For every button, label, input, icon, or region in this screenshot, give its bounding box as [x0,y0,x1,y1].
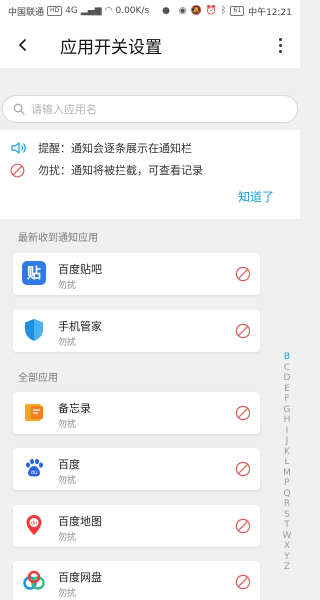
index-letter-x[interactable]: X [284,541,290,552]
app-status: 勿扰 [58,281,77,291]
app-name: 手机管家 [58,320,102,333]
app-status: 勿扰 [58,533,77,543]
index-letter-f[interactable]: F [284,394,289,405]
block-toggle-icon[interactable] [235,461,251,477]
index-letter-s[interactable]: S [284,510,290,521]
more-vertical-icon [278,37,282,53]
memo-icon [22,400,46,424]
all-apps-section-header: 全部应用 [18,373,58,384]
block-icon [10,162,30,178]
index-letter-q[interactable]: Q [283,489,290,500]
app-row-phone-manager[interactable]: 手机管家 勿扰 [13,310,260,352]
status-bar: 中国联通 HD 4G ▂▄▆ ◠ 0.00K/s ● ◉ 🔕 ⏰ ᛒ 61 中午… [0,0,300,22]
app-status: 勿扰 [58,589,77,599]
index-letter-m[interactable]: M [283,468,291,479]
more-options-button[interactable] [260,22,300,68]
hd-badge: HD [47,6,63,16]
app-row-baidu[interactable]: du 百度 勿扰 [13,448,260,490]
index-letter-j[interactable]: J [286,436,289,447]
index-letter-b[interactable]: B [284,352,290,363]
block-toggle-icon[interactable] [235,323,251,339]
index-letter-c[interactable]: C [284,363,290,374]
svg-text:du: du [31,521,37,527]
page-title: 应用开关设置 [60,37,162,58]
block-toggle-icon[interactable] [235,574,251,590]
eye-icon: ◉ [178,6,187,16]
back-button[interactable] [0,22,46,68]
alarm-icon: ⏰ [205,6,218,16]
mute-icon: 🔕 [190,6,202,16]
block-toggle-icon[interactable] [235,518,251,534]
remind-tip: 提醒：通知会逐条展示在通知栏 [10,140,192,156]
wifi-icon: ◠ [104,6,113,16]
index-letter-t[interactable]: T [284,520,290,531]
app-status: 勿扰 [58,420,77,430]
message-icon: ● [162,6,171,16]
baidu-netdisk-icon [22,569,46,593]
app-row-memo[interactable]: 备忘录 勿扰 [13,392,260,434]
index-letter-h[interactable]: H [284,415,291,426]
net-type-label: 4G [65,6,78,16]
baidu-icon: du [22,456,46,480]
speaker-icon [10,140,30,156]
bluetooth-icon: ᛒ [221,6,227,16]
svg-text:du: du [31,470,37,476]
index-letter-p[interactable]: P [284,478,289,489]
search-icon [13,103,25,115]
index-letter-l[interactable]: L [284,457,289,468]
app-name: 百度 [58,458,80,471]
index-letter-d[interactable]: D [284,373,291,384]
app-name: 备忘录 [58,402,91,415]
block-toggle-icon[interactable] [235,266,251,282]
app-status: 勿扰 [58,476,77,486]
baidu-tieba-icon: 贴 [22,261,46,285]
index-letter-z[interactable]: Z [284,562,290,573]
search-bar[interactable] [2,95,298,123]
index-letter-r[interactable]: R [284,499,290,510]
index-letter-e[interactable]: E [284,384,290,395]
search-input[interactable] [31,102,297,116]
app-row-baidu-netdisk[interactable]: 百度网盘 勿扰 [13,561,260,600]
index-letter-k[interactable]: K [284,447,290,458]
app-row-baidu-map[interactable]: du 百度地图 勿扰 [13,505,260,547]
signal-icon: ▂▄▆ [80,6,102,16]
clock: 中午12:21 [248,7,292,18]
disturb-tip-text: 勿扰：通知将被拦截，可查看记录 [38,164,203,177]
tip-card: 提醒：通知会逐条展示在通知栏 勿扰：通知将被拦截，可查看记录 知道了 [0,130,300,219]
back-arrow-icon [19,39,26,51]
app-name: 百度网盘 [58,571,102,584]
baidu-map-icon: du [22,513,46,537]
index-letter-i[interactable]: I [286,426,289,437]
index-letter-y[interactable]: Y [284,552,290,563]
app-row-baidu-tieba[interactable]: 贴 百度贴吧 勿扰 [13,253,260,295]
alphabet-index[interactable]: BCDEFGHIJKLMPQRSTWXYZ [281,352,293,573]
app-name: 百度地图 [58,515,102,528]
got-it-button[interactable]: 知道了 [238,188,274,205]
carrier-label: 中国联通 [8,7,45,18]
index-letter-w[interactable]: W [283,531,292,542]
app-name: 百度贴吧 [58,263,102,276]
battery-icon: 61 [230,6,245,16]
net-speed: 0.00K/s [115,6,150,16]
recent-section-header: 最新收到通知应用 [18,233,98,244]
app-status: 勿扰 [58,338,77,348]
remind-tip-text: 提醒：通知会逐条展示在通知栏 [38,142,192,155]
index-letter-g[interactable]: G [284,405,291,416]
app-bar: 应用开关设置 [0,22,300,68]
phone-manager-icon [22,318,46,342]
disturb-tip: 勿扰：通知将被拦截，可查看记录 [10,162,203,178]
block-toggle-icon[interactable] [235,405,251,421]
